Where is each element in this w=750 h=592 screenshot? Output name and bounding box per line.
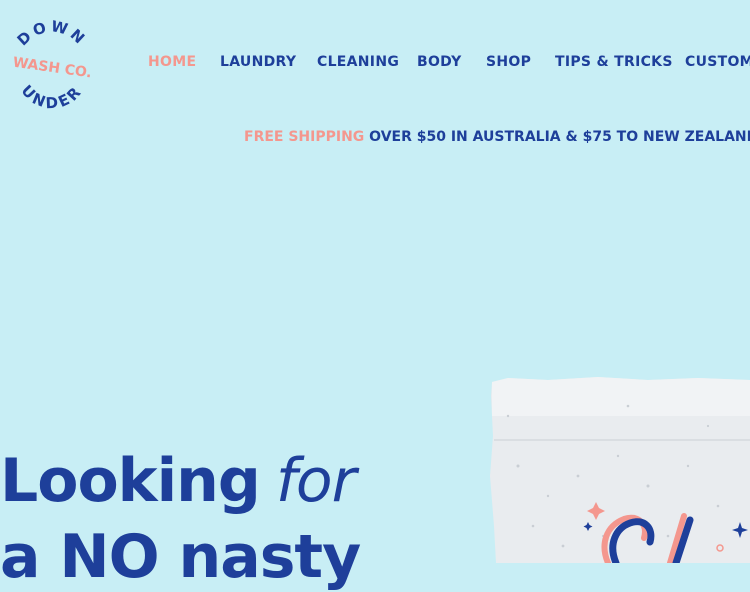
- svg-text:DOWN: DOWN: [14, 20, 91, 49]
- product-pouch-image: [490, 377, 750, 563]
- nav-tips-tricks[interactable]: TIPS & TRICKS: [555, 54, 673, 70]
- nav-laundry[interactable]: LAUNDRY: [220, 54, 296, 70]
- hero-word-for: for: [275, 446, 356, 516]
- hero-heading-line2: a NO nasty: [0, 522, 361, 592]
- main-nav: HOME LAUNDRY CLEANING BODY SHOP TIPS & T…: [0, 54, 750, 74]
- nav-body[interactable]: BODY: [417, 54, 462, 70]
- promo-banner: FREE SHIPPING OVER $50 IN AUSTRALIA & $7…: [244, 129, 750, 145]
- logo-text-bottom: UNDER: [18, 81, 84, 112]
- nav-cleaning[interactable]: CLEANING: [317, 54, 399, 70]
- svg-text:UNDER: UNDER: [18, 81, 87, 112]
- promo-highlight: FREE SHIPPING: [244, 129, 365, 145]
- logo-text-top: DOWN: [14, 20, 88, 49]
- nav-home[interactable]: HOME: [148, 54, 196, 70]
- nav-shop[interactable]: SHOP: [486, 54, 531, 70]
- promo-text: OVER $50 IN AUSTRALIA & $75 TO NEW ZEALA…: [364, 129, 750, 145]
- nav-customer[interactable]: CUSTOMER: [685, 54, 750, 70]
- hero-word-looking: Looking: [0, 446, 261, 516]
- hero-heading-line1: Looking for: [0, 446, 356, 516]
